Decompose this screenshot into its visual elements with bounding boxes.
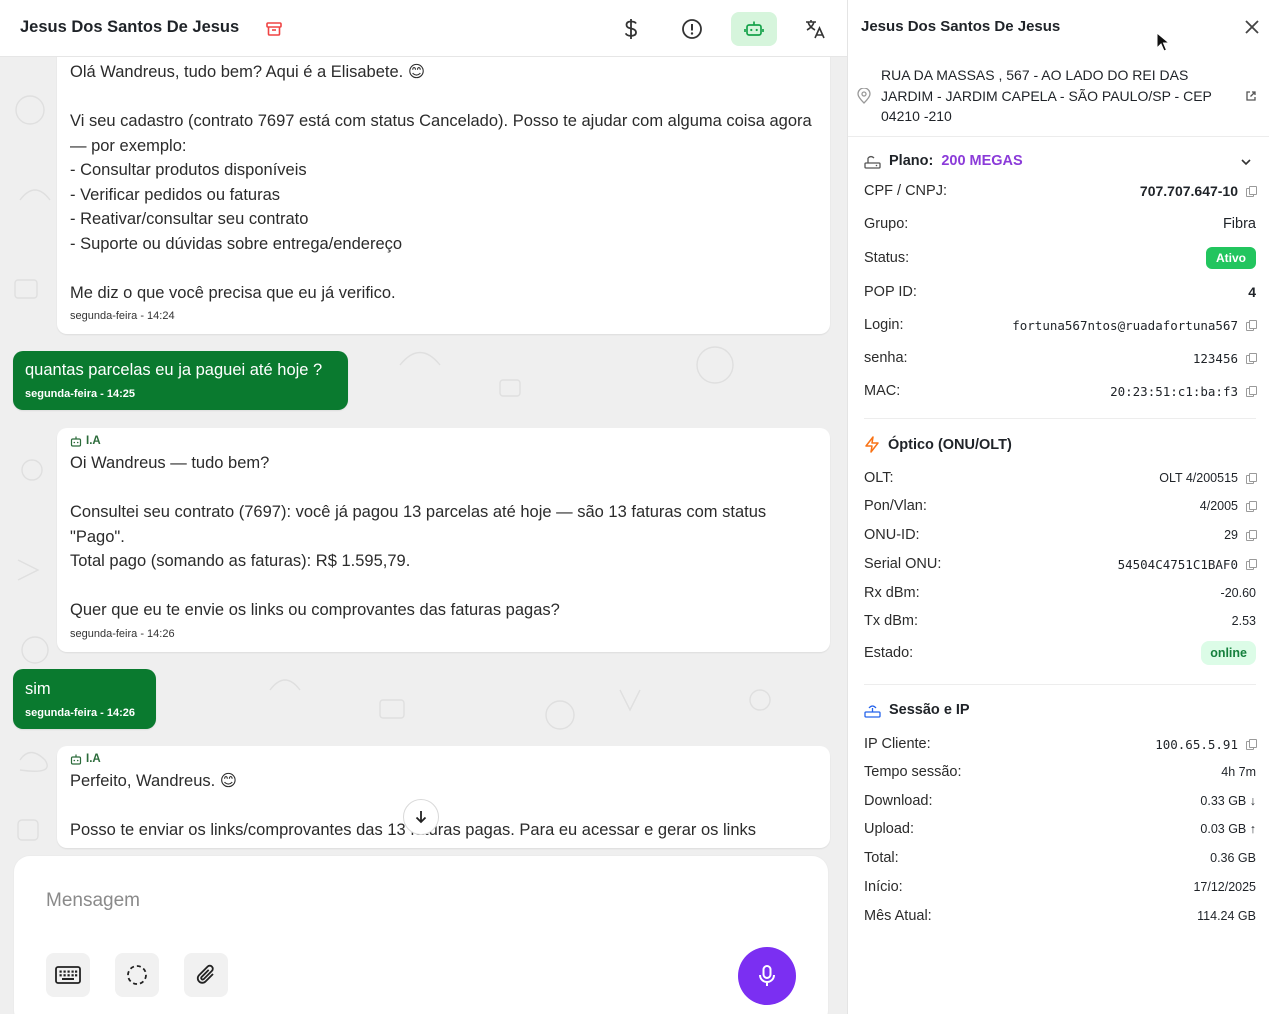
paperclip-icon (196, 964, 214, 984)
field-download: Download: 0.33 GB ↓ (864, 793, 1256, 809)
plan-value: 200 MEGAS (941, 153, 1023, 169)
optic-title: Óptico (ONU/OLT) (888, 436, 1012, 453)
field-upload: Upload: 0.03 GB ↑ (864, 821, 1256, 837)
optic-header: Óptico (ONU/OLT) (864, 436, 1012, 453)
copy-icon[interactable] (1246, 385, 1257, 397)
status-badge: Ativo (1206, 247, 1256, 269)
message-outgoing: quantas parcelas eu ja paguei até hoje ?… (13, 351, 348, 410)
message-text: Olá Wandreus, tudo bem? Aqui é a Elisabe… (70, 63, 812, 302)
ai-tag: I.A (70, 752, 817, 766)
address-block: RUA DA MASSAS , 567 - AO LADO DO REI DAS… (848, 57, 1269, 137)
field-status: Status: Ativo (864, 247, 1256, 269)
field-pop-id: POP ID: 4 (864, 284, 1256, 300)
translate-icon[interactable] (792, 12, 838, 46)
contact-details-panel: Jesus Dos Santos De Jesus RUA DA MASSAS … (847, 0, 1269, 1014)
message-time: segunda-feira - 14:26 (25, 706, 136, 719)
keyboard-icon (55, 966, 81, 984)
field-mes-atual: Mês Atual: 114.24 GB (864, 908, 1256, 924)
field-olt: OLT: OLT 4/200515 (864, 467, 1257, 489)
ai-tag: I.A (70, 434, 817, 448)
lasso-icon (127, 965, 147, 985)
field-total: Total: 0.36 GB (864, 850, 1256, 866)
router-icon (864, 155, 881, 169)
scroll-down-button[interactable] (403, 799, 439, 835)
dollar-icon[interactable] (608, 12, 654, 46)
chat-header: Jesus Dos Santos De Jesus (0, 0, 847, 57)
keyboard-button[interactable] (46, 953, 90, 997)
attach-button[interactable] (184, 953, 228, 997)
close-icon[interactable] (1243, 18, 1261, 36)
contact-name: Jesus Dos Santos De Jesus (20, 18, 240, 36)
online-badge: online (1201, 641, 1256, 665)
chevron-down-icon[interactable] (1239, 155, 1253, 169)
field-tempo-sessao: Tempo sessão: 4h 7m (864, 764, 1256, 780)
message-time: segunda-feira - 14:24 (70, 310, 175, 322)
copy-icon[interactable] (1246, 529, 1257, 541)
microphone-icon (759, 965, 775, 986)
bot-icon (70, 436, 82, 447)
message-time: segunda-feira - 14:25 (25, 387, 136, 400)
bot-icon (70, 754, 82, 765)
lightning-icon (865, 436, 879, 453)
field-pon-vlan: Pon/Vlan: 4/2005 (864, 495, 1257, 517)
message-text: sim (25, 680, 51, 698)
field-cpf: CPF / CNPJ: 707.707.647-10 (864, 180, 1257, 202)
panel-title: Jesus Dos Santos De Jesus (861, 18, 1061, 35)
lasso-button[interactable] (115, 953, 159, 997)
plan-label: Plano: (889, 153, 934, 169)
field-tx-dbm: Tx dBm: 2.53 (864, 613, 1256, 629)
message-input[interactable]: Mensagem (46, 890, 140, 912)
location-pin-icon (857, 88, 871, 104)
session-title: Sessão e IP (889, 702, 970, 718)
copy-icon[interactable] (1246, 352, 1257, 364)
field-ip-cliente: IP Cliente: 100.65.5.91 (864, 733, 1257, 755)
message-composer: Mensagem (14, 856, 828, 1014)
field-estado: Estado: online (864, 641, 1256, 665)
session-header: Sessão e IP (864, 702, 970, 718)
field-grupo: Grupo: Fibra (864, 216, 1256, 232)
ai-tag-label: I.A (86, 434, 101, 447)
field-rx-dbm: Rx dBm: -20.60 (864, 585, 1256, 601)
copy-icon[interactable] (1246, 472, 1257, 484)
bot-icon[interactable] (731, 12, 777, 46)
chat-pane: Jesus Dos Santos De Jesus Olá Wandreus, … (0, 0, 847, 1014)
mic-button[interactable] (738, 947, 796, 1005)
copy-icon[interactable] (1246, 185, 1257, 197)
copy-icon[interactable] (1246, 500, 1257, 512)
copy-icon[interactable] (1246, 319, 1257, 331)
ai-tag-label: I.A (86, 752, 101, 765)
field-login: Login: fortuna567ntos@ruadafortuna567 (864, 314, 1257, 336)
address-text: RUA DA MASSAS , 567 - AO LADO DO REI DAS… (881, 67, 1212, 124)
field-senha: senha: 123456 (864, 347, 1257, 369)
divider (864, 418, 1256, 419)
copy-icon[interactable] (1246, 558, 1257, 570)
message-text: Oi Wandreus — tudo bem? Consultei seu co… (70, 454, 767, 619)
mouse-cursor-icon (1156, 32, 1170, 52)
archive-icon[interactable] (251, 12, 297, 46)
field-inicio: Início: 17/12/2025 (864, 879, 1256, 895)
field-serial-onu: Serial ONU: 54504C4751C1BAF0 (864, 553, 1257, 575)
alert-icon[interactable] (669, 12, 715, 46)
message-ai: I.A Perfeito, Wandreus. 😊 Posso te envia… (57, 746, 830, 848)
arrow-down-icon (415, 811, 427, 824)
message-incoming: Olá Wandreus, tudo bem? Aqui é a Elisabe… (57, 20, 830, 334)
message-text: quantas parcelas eu ja paguei até hoje ? (25, 361, 323, 379)
message-ai: I.A Oi Wandreus — tudo bem? Consultei se… (57, 428, 830, 652)
divider (864, 684, 1256, 685)
field-mac: MAC: 20:23:51:c1:ba:f3 (864, 380, 1257, 402)
message-outgoing: sim segunda-feira - 14:26 (13, 669, 156, 729)
field-onu-id: ONU-ID: 29 (864, 524, 1257, 546)
plan-header[interactable]: Plano: 200 MEGAS (864, 153, 1023, 169)
message-time: segunda-feira - 14:26 (70, 627, 175, 640)
network-icon (864, 704, 881, 718)
copy-icon[interactable] (1246, 738, 1257, 750)
message-text: Perfeito, Wandreus. 😊 Posso te enviar os… (70, 772, 757, 839)
external-link-icon[interactable] (1245, 90, 1257, 102)
